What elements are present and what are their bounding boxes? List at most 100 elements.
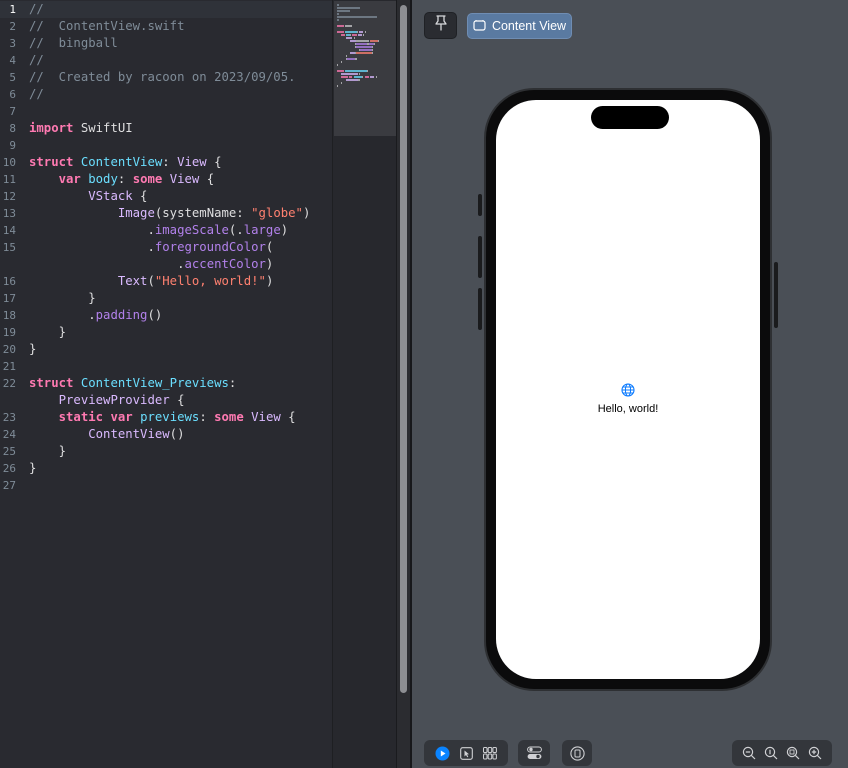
device-screen[interactable]: Hello, world!	[496, 100, 760, 679]
code-token: View	[169, 172, 200, 186]
code-token: )	[302, 206, 311, 220]
code-line[interactable]: }	[29, 324, 66, 341]
code-token: "Hello, world!"	[154, 274, 266, 288]
minimap-mark	[370, 40, 378, 42]
code-line[interactable]: .foregroundColor(	[29, 239, 273, 256]
code-line[interactable]: VStack {	[29, 188, 147, 205]
minimap-mark	[337, 31, 344, 33]
line-number: 19	[2, 326, 16, 339]
code-token: {	[199, 172, 215, 186]
zoom-in-icon[interactable]	[806, 744, 824, 762]
line-number: 8	[9, 122, 16, 135]
code-line[interactable]: //	[29, 52, 44, 69]
code-token: ()	[147, 308, 163, 322]
minimap-mark	[346, 58, 355, 60]
code-line[interactable]: }	[29, 341, 36, 358]
hello-world-text: Hello, world!	[597, 403, 659, 415]
minimap-mark	[372, 46, 374, 48]
code-line[interactable]: ContentView()	[29, 426, 184, 443]
code-line[interactable]: Text("Hello, world!")	[29, 273, 274, 290]
code-line[interactable]: }	[29, 443, 66, 460]
minimap-mark	[352, 34, 357, 36]
code-line[interactable]: PreviewProvider {	[29, 392, 185, 409]
code-line[interactable]: Image(systemName: "globe")	[29, 205, 311, 222]
code-token: var	[110, 410, 133, 424]
code-line[interactable]: var body: some View {	[29, 171, 215, 188]
code-editor[interactable]: 1 2 3 4 5 6 7 8 9 10 11 12 13 14 15 16 17 18 19 20 21 22 23 24 2…	[0, 0, 332, 768]
minimap[interactable]	[332, 0, 397, 768]
code-line[interactable]: }	[29, 290, 95, 307]
minimap-mark	[364, 76, 369, 78]
code-token: {	[280, 410, 296, 424]
minimap-viewport[interactable]	[334, 1, 397, 136]
line-number: 13	[2, 207, 16, 220]
zoom-actual-icon[interactable]	[762, 744, 780, 762]
minimap-mark	[359, 31, 364, 33]
device-settings-icon	[525, 744, 543, 762]
editor-scroll-thumb[interactable]	[400, 5, 407, 693]
minimap-mark	[362, 76, 364, 78]
minimap-mark	[370, 76, 375, 78]
code-line[interactable]: // Created by racoon on 2023/09/05.	[29, 69, 296, 86]
code-token: (.	[228, 223, 244, 237]
preview-mode-group	[424, 740, 508, 766]
code-line[interactable]: // bingball	[29, 35, 118, 52]
code-line[interactable]: .accentColor)	[29, 256, 273, 273]
code-token: {	[206, 155, 222, 169]
minimap-mark	[354, 58, 357, 60]
code-line[interactable]: struct ContentView_Previews:	[29, 375, 236, 392]
line-number: 4	[9, 54, 16, 67]
code-token: View	[251, 410, 281, 424]
minimap-mark	[375, 76, 377, 78]
code-token: }	[29, 342, 37, 356]
code-line[interactable]: static var previews: some View {	[29, 409, 296, 426]
code-token: (	[265, 240, 274, 254]
code-token: {	[132, 189, 148, 203]
selectable-cursor-icon[interactable]	[457, 744, 475, 762]
zoom-fit-icon[interactable]	[784, 744, 802, 762]
device-selector-button[interactable]	[562, 740, 592, 766]
code-line[interactable]: .imageScale(.large)	[29, 222, 288, 239]
line-number: 18	[2, 309, 16, 322]
code-token: }	[29, 325, 67, 339]
code-line[interactable]: //	[29, 1, 44, 18]
code-token: View	[177, 155, 207, 169]
zoom-out-icon[interactable]	[740, 744, 758, 762]
code-token: imageScale	[154, 223, 229, 237]
editor-scrollbar[interactable]	[396, 0, 410, 768]
line-number: 1	[9, 3, 16, 16]
device-settings-button[interactable]	[518, 740, 550, 766]
preview-vstack[interactable]: Hello, world!	[496, 383, 760, 415]
code-token: "globe"	[251, 206, 303, 220]
minimap-mark	[359, 73, 361, 75]
variants-grid-icon[interactable]	[481, 744, 499, 762]
code-line[interactable]: import SwiftUI	[29, 120, 133, 137]
minimap-mark	[366, 70, 368, 72]
pin-preview-button[interactable]	[424, 12, 457, 39]
live-play-icon[interactable]	[433, 744, 451, 762]
code-line[interactable]: struct ContentView: View {	[29, 154, 222, 171]
minimap-mark	[345, 55, 347, 57]
globe-icon	[621, 383, 635, 402]
code-token: ContentView	[88, 427, 170, 441]
pin-icon	[434, 15, 448, 36]
line-number: 6	[9, 88, 16, 101]
code-token: .	[29, 240, 155, 254]
minimap-mark	[355, 43, 367, 45]
code-line[interactable]: // ContentView.swift	[29, 18, 184, 35]
minimap-mark	[337, 13, 340, 15]
code-token: ContentView_Previews	[80, 376, 229, 390]
preview-tab-label: Content View	[491, 19, 567, 33]
code-line[interactable]: .padding()	[29, 307, 162, 324]
minimap-mark	[341, 61, 343, 63]
code-line[interactable]: //	[29, 86, 44, 103]
code-line[interactable]: }	[29, 460, 36, 477]
code-token: :	[117, 172, 133, 186]
code-token: var	[58, 172, 81, 186]
code-token: Image	[117, 206, 155, 220]
content-view-preview-tab[interactable]: Content View	[467, 13, 572, 39]
